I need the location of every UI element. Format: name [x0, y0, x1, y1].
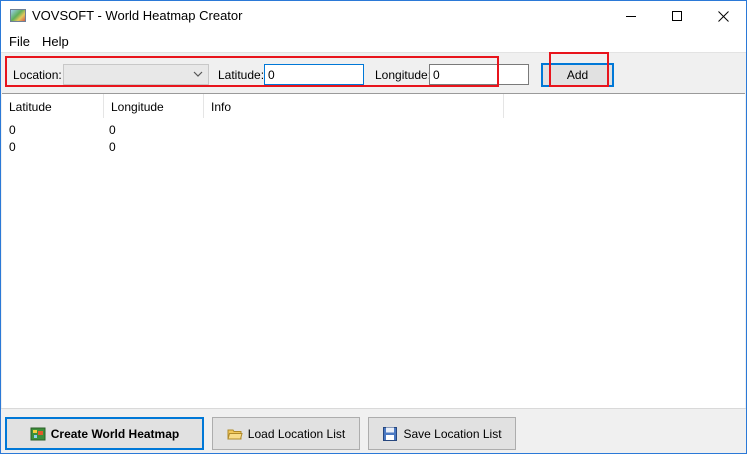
maximize-button[interactable]: [654, 1, 700, 31]
window-title: VOVSOFT - World Heatmap Creator: [32, 8, 243, 23]
location-toolbar: Location: Latitude: Longitude: Add: [1, 52, 746, 93]
save-location-list-button[interactable]: Save Location List: [368, 417, 516, 450]
table-row[interactable]: 0 0: [2, 122, 745, 139]
menu-help[interactable]: Help: [42, 34, 69, 49]
load-location-list-label: Load Location List: [247, 426, 346, 441]
cell-longitude: 0: [109, 140, 116, 154]
location-label: Location:: [13, 68, 62, 82]
menu-file[interactable]: File: [9, 34, 30, 49]
folder-open-icon: [227, 429, 243, 439]
latitude-label: Latitude:: [218, 68, 265, 82]
longitude-input[interactable]: [429, 64, 529, 85]
save-location-list-label: Save Location List: [403, 426, 502, 441]
location-dropdown[interactable]: [63, 64, 209, 85]
column-header-info[interactable]: Info: [204, 94, 504, 118]
action-bar: Create World Heatmap Load Location List …: [1, 408, 746, 453]
create-heatmap-label: Create World Heatmap: [50, 426, 180, 441]
menu-bar: File Help: [1, 31, 746, 52]
minimize-button[interactable]: [608, 1, 654, 31]
add-button[interactable]: Add: [541, 63, 614, 87]
chevron-down-icon: [193, 71, 203, 77]
cell-latitude: 0: [9, 123, 16, 137]
maximize-icon: [672, 11, 682, 21]
app-window: VOVSOFT - World Heatmap Creator File Hel…: [0, 0, 747, 454]
latitude-input[interactable]: [264, 64, 364, 85]
title-bar[interactable]: VOVSOFT - World Heatmap Creator: [1, 1, 746, 31]
location-list[interactable]: Latitude Longitude Info 0 0 0 0: [2, 93, 745, 408]
longitude-label: Longitude:: [375, 68, 432, 82]
close-button[interactable]: [700, 1, 746, 31]
list-header: Latitude Longitude Info: [2, 94, 745, 118]
table-row[interactable]: 0 0: [2, 139, 745, 156]
load-location-list-button[interactable]: Load Location List: [212, 417, 360, 450]
minimize-icon: [626, 15, 636, 17]
column-header-latitude[interactable]: Latitude: [2, 94, 104, 118]
heatmap-icon: [30, 427, 46, 440]
create-heatmap-button[interactable]: Create World Heatmap: [5, 417, 204, 450]
cell-latitude: 0: [9, 140, 16, 154]
cell-longitude: 0: [109, 123, 116, 137]
world-map-icon: [10, 9, 26, 22]
floppy-disk-icon: [383, 426, 398, 441]
close-icon: [717, 10, 729, 22]
column-header-longitude[interactable]: Longitude: [104, 94, 204, 118]
